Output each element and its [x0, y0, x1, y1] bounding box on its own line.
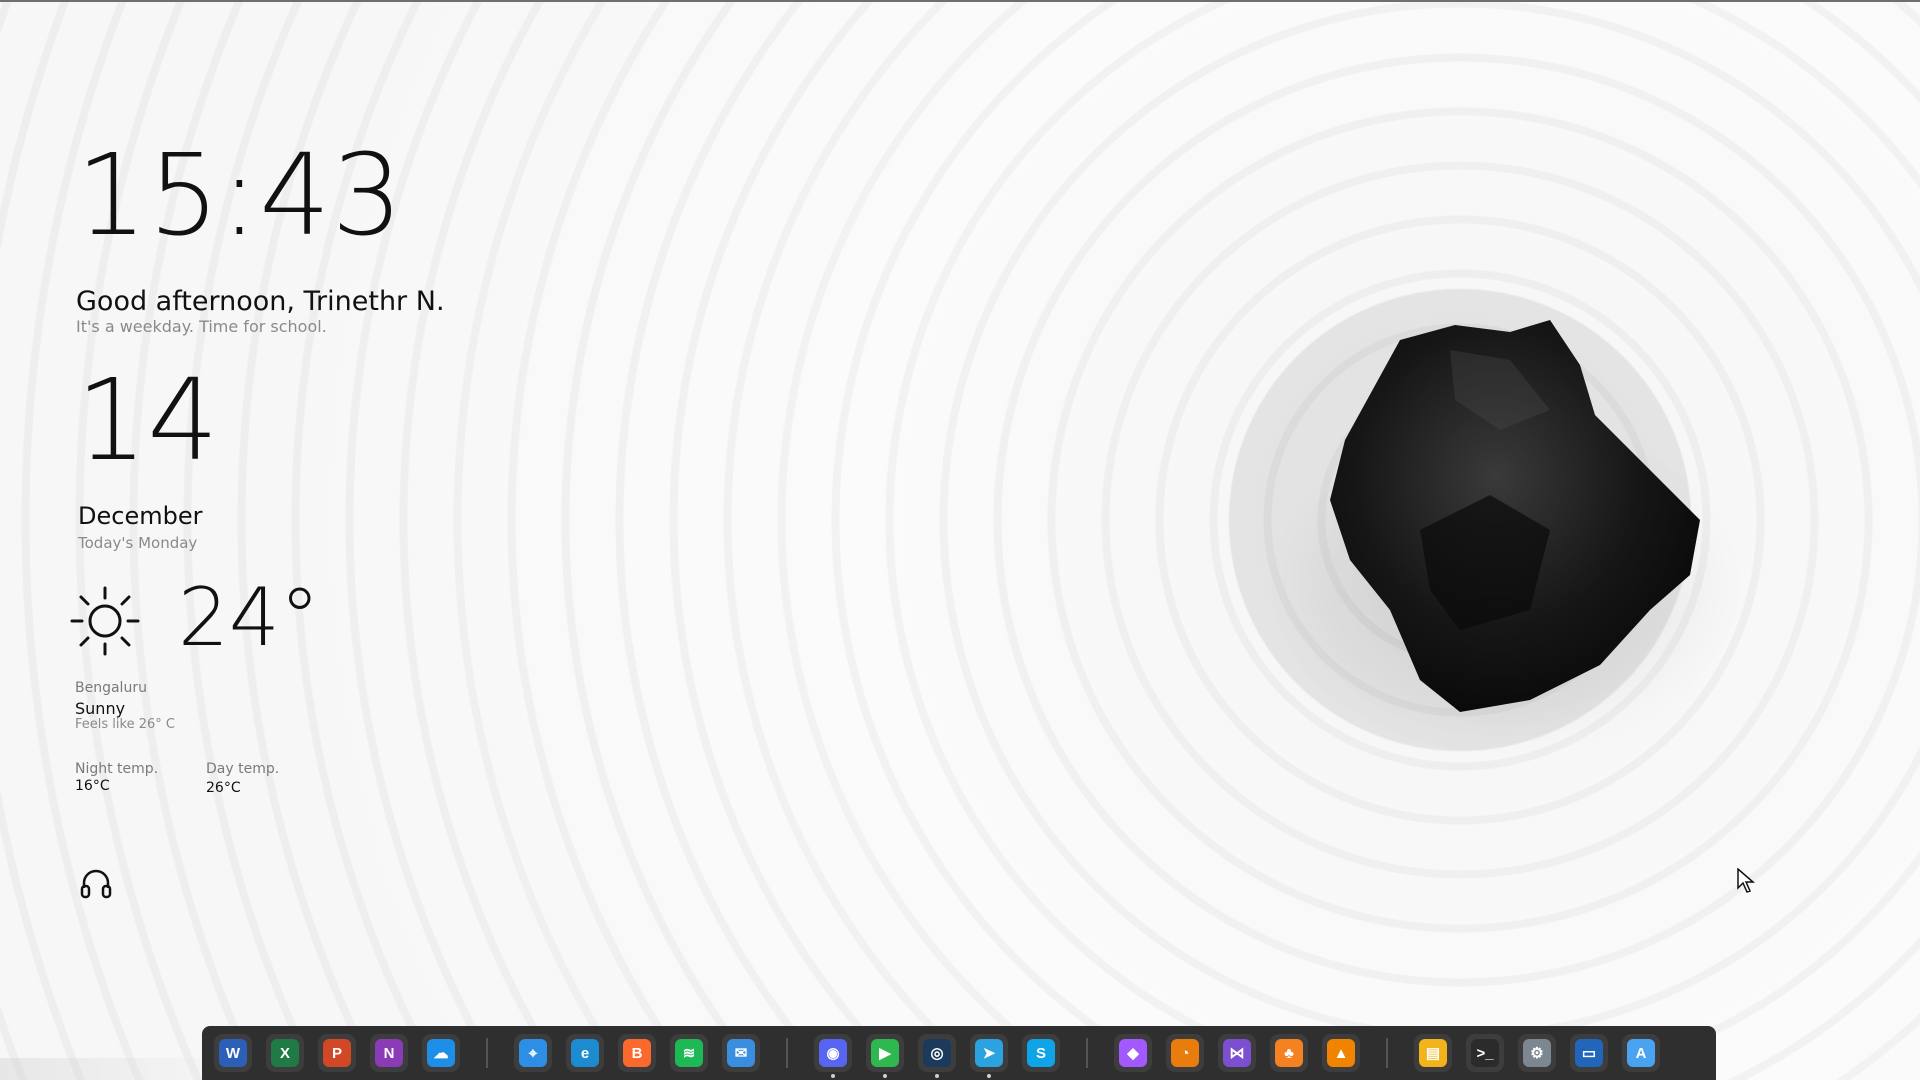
dock-app-powerpoint[interactable]: P: [318, 1034, 356, 1072]
dock-app-fl-studio[interactable]: ♣: [1270, 1034, 1308, 1072]
dock-separator: [486, 1038, 488, 1068]
dock-separator: [1386, 1038, 1388, 1068]
running-indicator: [935, 1074, 939, 1078]
app-dock: W X P N ☁ ⌖ e B ≋ ✉ ◉ ▶ ◎ ➤ S ◆ ◔ ⋈ ♣ ▲ ▤ >_ ⚙ ▭ A: [202, 1026, 1716, 1080]
fl-studio-icon: ♣: [1275, 1039, 1303, 1067]
dock-separator: [1086, 1038, 1088, 1068]
rock-image: [1330, 320, 1700, 712]
weather-temperature: 24°: [178, 571, 320, 664]
mouse-cursor-icon: [1737, 868, 1755, 893]
running-indicator: [883, 1074, 887, 1078]
brave-icon: B: [623, 1039, 651, 1067]
vlc-icon: ▲: [1327, 1039, 1355, 1067]
dock-app-word[interactable]: W: [214, 1034, 252, 1072]
dock-app-brave[interactable]: B: [618, 1034, 656, 1072]
dock-app-settings[interactable]: ⚙: [1518, 1034, 1556, 1072]
safari-icon: ⌖: [519, 1039, 547, 1067]
dock-separator: [786, 1038, 788, 1068]
windows-terminal-icon: ▭: [1575, 1039, 1603, 1067]
greeting-subtitle: It's a weekday. Time for school.: [76, 317, 327, 336]
dock-group: ▤ >_ ⚙ ▭ A: [1414, 1034, 1660, 1072]
dock-app-vlc[interactable]: ▲: [1322, 1034, 1360, 1072]
blender-icon: ◔: [1171, 1039, 1199, 1067]
discord-icon: ◉: [819, 1039, 847, 1067]
dock-group: W X P N ☁: [214, 1034, 460, 1072]
facetime-icon: ▶: [871, 1039, 899, 1067]
dock-group: ⌖ e B ≋ ✉: [514, 1034, 760, 1072]
date-day: 14: [76, 356, 219, 486]
mail-icon: ✉: [727, 1039, 755, 1067]
onenote-icon: N: [375, 1039, 403, 1067]
day-temp-value: 26°C: [206, 780, 241, 796]
weather-city: Bengaluru: [75, 680, 147, 696]
dock-app-mail[interactable]: ✉: [722, 1034, 760, 1072]
onedrive-icon: ☁: [427, 1039, 455, 1067]
dock-app-facetime[interactable]: ▶: [866, 1034, 904, 1078]
day-temp-label: Day temp.: [206, 761, 280, 777]
dock-app-windows-terminal[interactable]: ▭: [1570, 1034, 1608, 1072]
headphones-icon[interactable]: [79, 866, 113, 900]
date-month: December: [78, 502, 203, 530]
steam-icon: ◎: [923, 1039, 951, 1067]
spotify-icon: ≋: [675, 1039, 703, 1067]
dock-app-excel[interactable]: X: [266, 1034, 304, 1072]
dock-app-terminal[interactable]: >_: [1466, 1034, 1504, 1072]
figma-icon: ◆: [1119, 1039, 1147, 1067]
dock-app-onedrive[interactable]: ☁: [422, 1034, 460, 1072]
dock-app-safari[interactable]: ⌖: [514, 1034, 552, 1072]
dock-group: ◆ ◔ ⋈ ♣ ▲: [1114, 1034, 1360, 1072]
skype-icon: S: [1027, 1039, 1055, 1067]
night-temp-value: 16°C: [75, 778, 110, 794]
dock-app-app-store[interactable]: A: [1622, 1034, 1660, 1072]
terminal-icon: >_: [1471, 1039, 1499, 1067]
edge-icon: e: [571, 1039, 599, 1067]
excel-icon: X: [271, 1039, 299, 1067]
telegram-icon: ➤: [975, 1039, 1003, 1067]
dock-app-telegram[interactable]: ➤: [970, 1034, 1008, 1078]
app-store-icon: A: [1627, 1039, 1655, 1067]
dock-app-onenote[interactable]: N: [370, 1034, 408, 1072]
weather-condition: Sunny: [75, 699, 126, 718]
dock-app-blender[interactable]: ◔: [1166, 1034, 1204, 1072]
powerpoint-icon: P: [323, 1039, 351, 1067]
running-indicator: [831, 1074, 835, 1078]
sun-icon: [70, 586, 140, 656]
dock-app-discord[interactable]: ◉: [814, 1034, 852, 1078]
visual-studio-icon: ⋈: [1223, 1039, 1251, 1067]
dock-app-figma[interactable]: ◆: [1114, 1034, 1152, 1072]
dock-app-edge[interactable]: e: [566, 1034, 604, 1072]
dock-app-spotify[interactable]: ≋: [670, 1034, 708, 1072]
night-temp-label: Night temp.: [75, 761, 159, 777]
weather-feels-like: Feels like 26° C: [75, 717, 175, 732]
word-icon: W: [219, 1039, 247, 1067]
blurred-taskbar-fragment: [0, 1058, 200, 1080]
settings-icon: ⚙: [1523, 1039, 1551, 1067]
dock-app-steam[interactable]: ◎: [918, 1034, 956, 1078]
dock-app-skype[interactable]: S: [1022, 1034, 1060, 1072]
dock-group: ◉ ▶ ◎ ➤ S: [814, 1034, 1060, 1078]
window-top-edge: [0, 0, 1920, 2]
file-explorer-icon: ▤: [1419, 1039, 1447, 1067]
greeting-title: Good afternoon, Trinethr N.: [76, 286, 445, 317]
dock-app-visual-studio[interactable]: ⋈: [1218, 1034, 1256, 1072]
date-weekday: Today's Monday: [78, 534, 198, 552]
dock-app-file-explorer[interactable]: ▤: [1414, 1034, 1452, 1072]
running-indicator: [987, 1074, 991, 1078]
clock-time: 15:43: [76, 131, 404, 261]
